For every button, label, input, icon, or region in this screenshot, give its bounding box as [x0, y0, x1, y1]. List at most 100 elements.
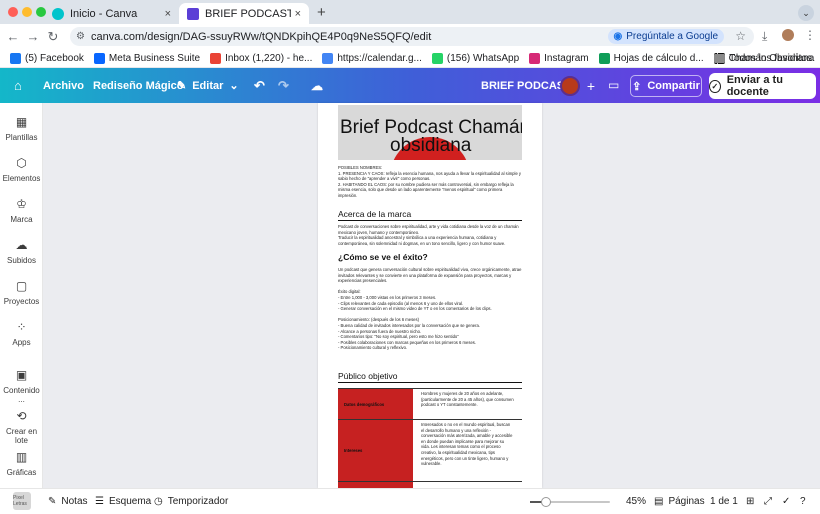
site-info-icon[interactable]: ⚙ — [76, 31, 85, 42]
redo-icon[interactable]: ↷ — [278, 68, 289, 103]
profile-avatar[interactable] — [782, 29, 794, 41]
bookmark-label: (5) Facebook — [25, 52, 84, 64]
table-row-label: Intereses — [338, 420, 413, 481]
editor-canvas[interactable]: Brief Podcast Chamán obsidiana POSIBLES … — [43, 103, 820, 488]
browser-tab-strip: Inicio - Canva × BRIEF PODCAST - Doc (di… — [0, 0, 820, 24]
zoom-slider[interactable] — [530, 497, 610, 507]
address-row: ← → ↻ ⚙ canva.com/design/DAG-ssuyRWw/tQN… — [0, 24, 820, 49]
zoom-slider-knob[interactable] — [541, 497, 551, 507]
chevron-down-icon: ⌄ — [229, 80, 239, 92]
bookmark-item[interactable]: Hojas de cálculo d... — [598, 52, 704, 64]
notes-icon: ✎ — [48, 496, 57, 507]
brand-logo-thumbnail[interactable]: Pixel Letras — [13, 492, 31, 510]
all-favorites-label: Todos los favoritos — [729, 52, 812, 64]
avatar[interactable] — [560, 76, 580, 96]
bookmark-star-icon[interactable]: ☆ — [735, 29, 746, 43]
tab-brief-podcast[interactable]: BRIEF PODCAST - Doc (digital) × — [179, 3, 309, 24]
templates-icon: ▦ — [15, 115, 28, 129]
back-arrow-icon[interactable]: ← — [3, 29, 23, 44]
minimize-window-button[interactable] — [22, 7, 32, 17]
google-lens-icon: ◉ — [613, 31, 623, 42]
ask-google-button[interactable]: ◉ Pregúntale a Google — [607, 29, 724, 44]
canva-toolbar: ⌂ Archivo Rediseño Mágico ✎ Editar ⌄ ↶ ↷… — [0, 68, 820, 103]
pencil-icon: ✎ — [177, 80, 187, 92]
table-row-value: Hombres y mujeres de 20 años en adelante… — [421, 391, 514, 408]
table-row: Intereses Interesados o no en el mundo e… — [338, 419, 522, 481]
about-text: Podcast de conversaciones sobre espiritu… — [338, 224, 519, 246]
sidebar-item-elementos[interactable]: ⬡ Elementos — [0, 156, 43, 183]
bookmark-item[interactable]: Inbox (1,220) - he... — [210, 52, 312, 64]
sidebar-item-label: Elementos — [2, 174, 41, 183]
sidebar-item-marca[interactable]: ♔ Marca — [0, 197, 43, 224]
page-count: 1 de 1 — [710, 496, 738, 507]
bookmark-label: Meta Business Suite — [108, 52, 201, 64]
sidebar-item-crear-en-lote[interactable]: ⟲ Crear en lote — [0, 409, 43, 445]
comment-icon[interactable]: ▭ — [608, 78, 619, 92]
send-to-teacher-button[interactable]: ✓ Enviar a tu docente — [709, 73, 816, 99]
bookmark-item[interactable]: (156) WhatsApp — [431, 52, 519, 64]
sidebar-item-label: Subidos — [7, 256, 36, 265]
new-tab-button[interactable]: + — [317, 4, 326, 21]
fullscreen-icon[interactable]: ⤢ — [764, 489, 772, 514]
content-icon: ▣ — [15, 368, 28, 382]
rediseno-magico-button[interactable]: Rediseño Mágico — [93, 68, 183, 103]
archivo-menu[interactable]: Archivo — [43, 68, 84, 103]
all-favorites[interactable]: Todos los favoritos — [714, 53, 812, 64]
table-row-value: Interesados o no en el mundo espiritual,… — [421, 422, 513, 467]
bottom-bar: Pixel Letras ✎ Notas ☰ Esquema ◷ Tempori… — [0, 488, 820, 513]
uploads-icon: ☁ — [15, 238, 28, 252]
table-row — [338, 481, 522, 488]
audience-table: Datos demográficos Hombres y mujeres de … — [338, 388, 522, 488]
add-collaborator-icon[interactable]: + — [582, 77, 600, 95]
reload-icon[interactable]: ↻ — [43, 29, 63, 45]
tab-inicio-canva[interactable]: Inicio - Canva × — [44, 3, 179, 24]
home-icon[interactable]: ⌂ — [14, 68, 22, 103]
pages-button[interactable]: ▤ Páginas — [654, 489, 705, 514]
header-image[interactable]: Brief Podcast Chamán obsidiana — [338, 105, 522, 160]
undo-icon[interactable]: ↶ — [254, 68, 265, 103]
help-icon[interactable]: ? — [800, 489, 806, 514]
send-label: Enviar a tu docente — [726, 74, 783, 98]
success-heading: ¿Cómo se ve el éxito? — [338, 252, 428, 262]
share-icon: ⇪ — [632, 80, 642, 93]
address-bar[interactable]: ⚙ canva.com/design/DAG-ssuyRWw/tQNDKpihQ… — [70, 27, 754, 46]
bookmark-item[interactable]: https://calendar.g... — [322, 52, 422, 64]
menu-dots-icon[interactable]: ⋮ — [804, 28, 816, 42]
sidebar-item-label: Gráficas — [6, 468, 37, 477]
accessibility-check-icon[interactable]: ✓ — [782, 489, 790, 514]
sidebar-item-graficas[interactable]: ▥ Gráficas — [0, 450, 43, 477]
sidebar-item-plantillas[interactable]: ▦ Plantillas — [0, 115, 43, 142]
timer-button[interactable]: ◷ Temporizador — [154, 489, 228, 514]
success-text: Un podcast que genera conversación cultu… — [338, 267, 522, 351]
editor-sidebar: ▦ Plantillas ⬡ Elementos ♔ Marca ☁ Subid… — [0, 103, 43, 488]
sidebar-item-subidos[interactable]: ☁ Subidos — [0, 238, 43, 265]
sidebar-item-contenido[interactable]: ▣ Contenido ... — [0, 368, 43, 404]
instagram-icon — [529, 52, 541, 64]
sidebar-item-apps[interactable]: ⁘ Apps — [0, 320, 43, 347]
outline-icon: ☰ — [95, 496, 104, 507]
cloud-saved-icon[interactable]: ☁ — [311, 68, 323, 103]
close-tab-icon[interactable]: × — [165, 8, 171, 20]
document-title[interactable]: BRIEF PODCAST — [481, 68, 571, 103]
outline-button[interactable]: ☰ Esquema — [95, 489, 151, 514]
bookmark-item[interactable]: (5) Facebook — [10, 52, 84, 64]
folder-icon — [714, 53, 726, 63]
zoom-level[interactable]: 45% — [626, 489, 646, 514]
grid-view-icon[interactable]: ⊞ — [746, 489, 754, 514]
notes-button[interactable]: ✎ Notas — [48, 489, 88, 514]
forward-arrow-icon[interactable]: → — [23, 29, 43, 44]
editar-menu[interactable]: ✎ Editar ⌄ — [177, 68, 239, 103]
sidebar-item-proyectos[interactable]: ▢ Proyectos — [0, 279, 43, 306]
close-window-button[interactable] — [8, 7, 18, 17]
bookmark-item[interactable]: Meta Business Suite — [93, 52, 201, 64]
bookmark-item[interactable]: Instagram — [529, 52, 589, 64]
download-icon[interactable]: ⤓ — [762, 29, 767, 44]
sidebar-item-label: Marca — [10, 215, 33, 224]
close-tab-icon[interactable]: × — [295, 8, 301, 20]
share-button[interactable]: ⇪ Compartir — [630, 75, 702, 97]
chevron-down-icon[interactable]: ⌄ — [798, 5, 814, 21]
gmail-icon — [210, 52, 222, 64]
sidebar-item-label: Proyectos — [3, 297, 40, 306]
bookmark-label: https://calendar.g... — [337, 52, 422, 64]
document-page[interactable]: Brief Podcast Chamán obsidiana POSIBLES … — [318, 103, 542, 488]
